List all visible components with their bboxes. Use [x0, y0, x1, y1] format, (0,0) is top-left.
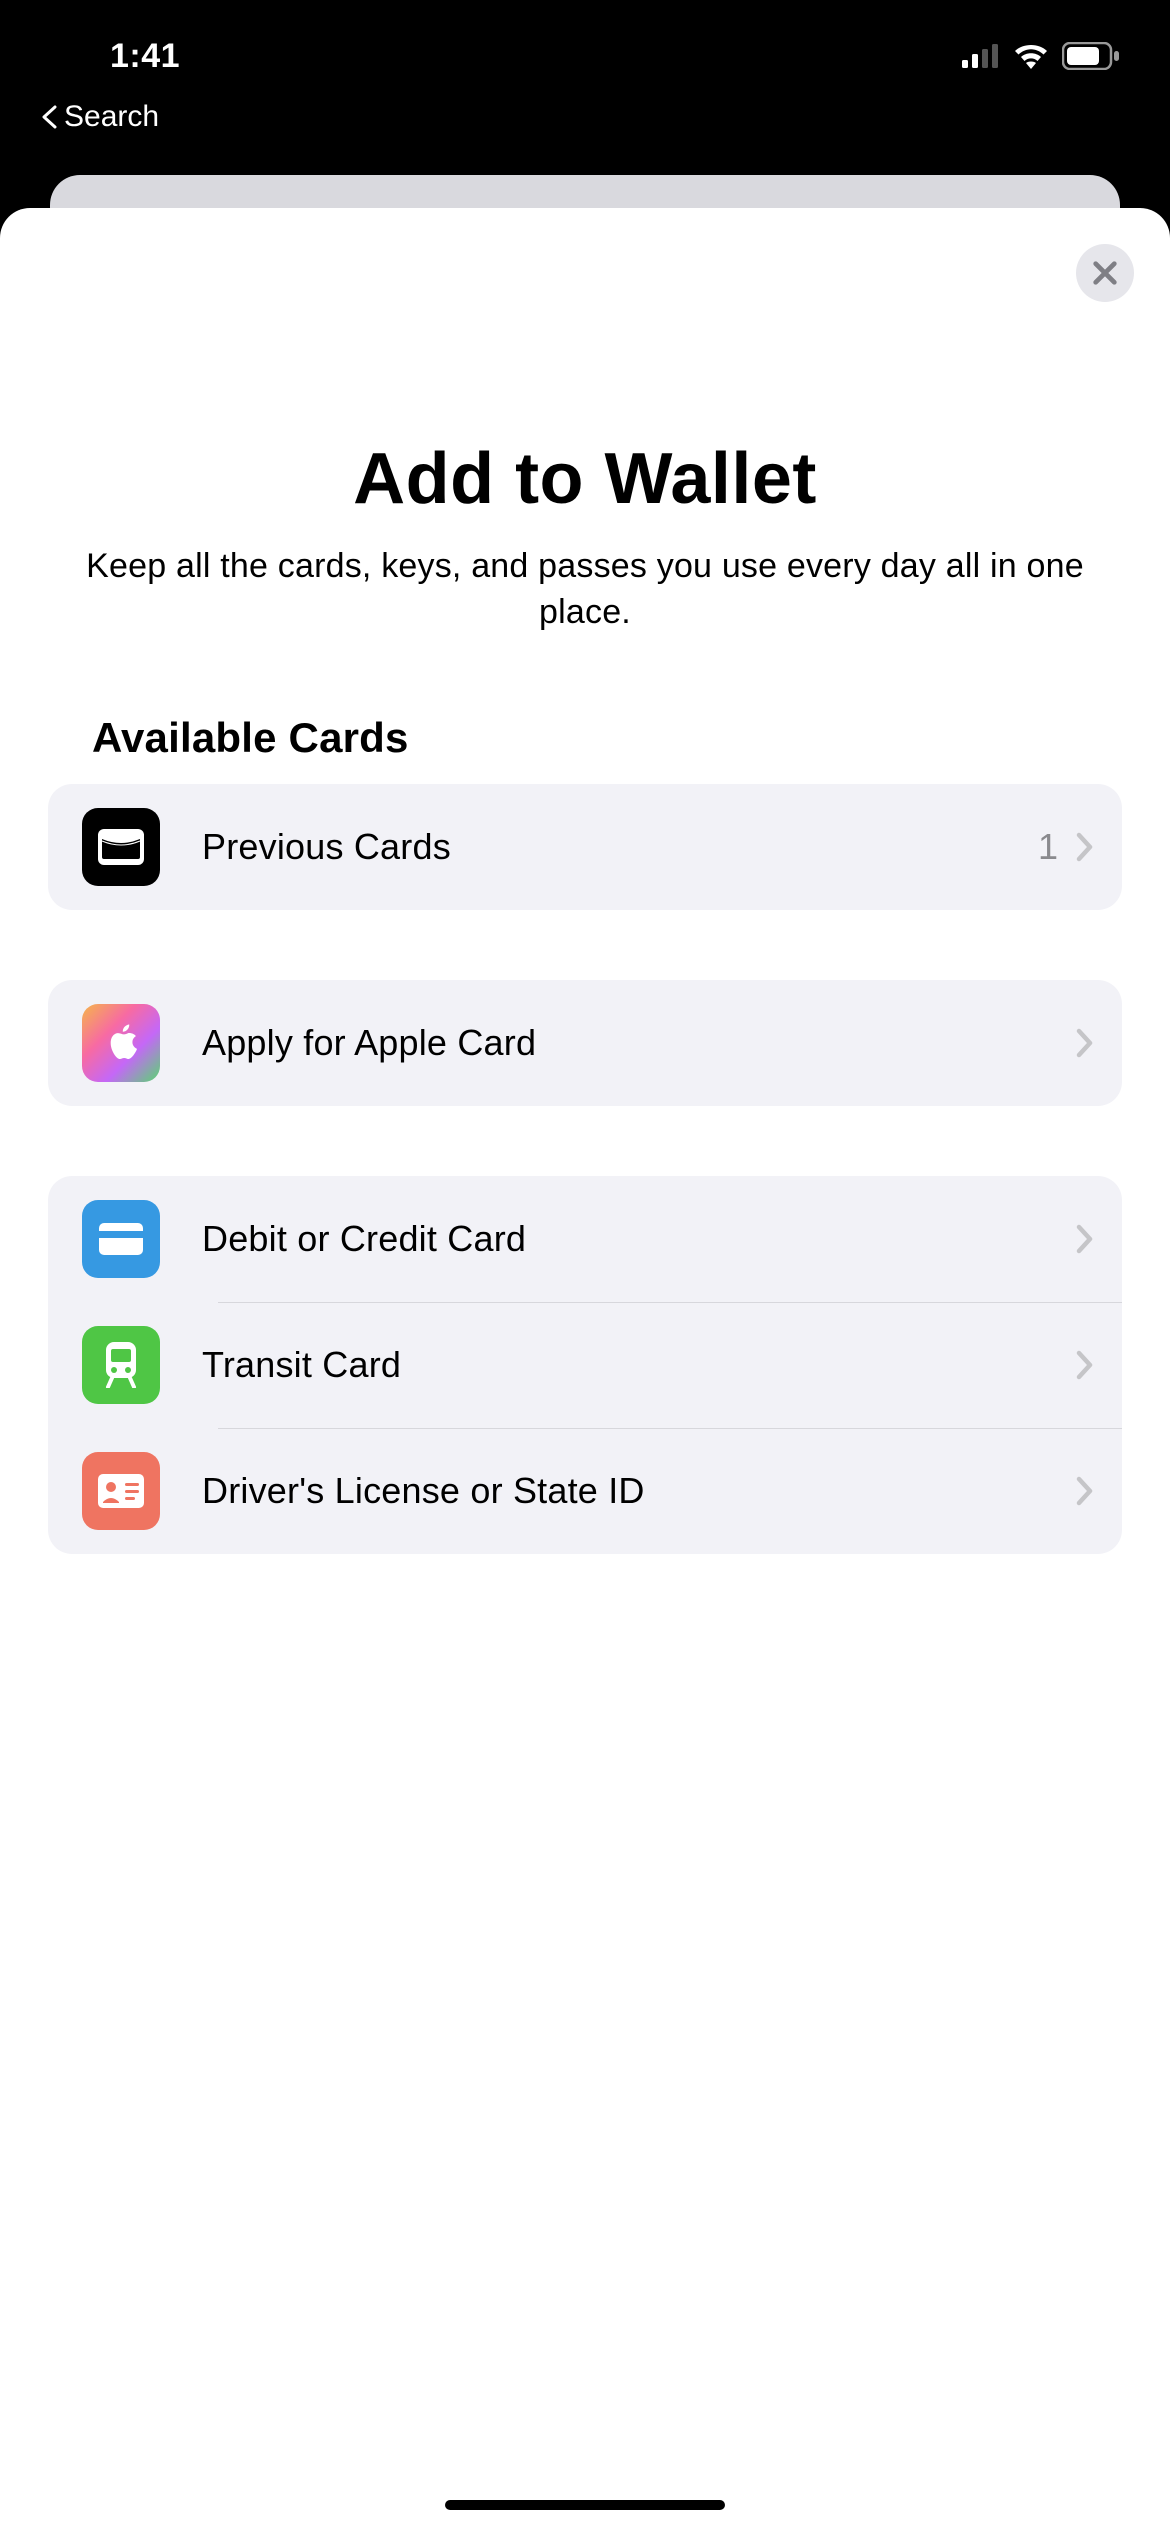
- chevron-right-icon: [1076, 1224, 1094, 1254]
- status-bar: 1:41: [0, 0, 1170, 100]
- chevron-right-icon: [1076, 1350, 1094, 1380]
- section-title: Available Cards: [92, 714, 1078, 762]
- card-list: Apply for Apple Card: [48, 980, 1122, 1106]
- apple-logo-icon: [82, 1004, 160, 1082]
- status-time: 1:41: [110, 37, 180, 76]
- hero: Add to Wallet Keep all the cards, keys, …: [0, 208, 1170, 636]
- available-cards-section: Available Cards Previous Cards 1: [0, 636, 1170, 1554]
- card-list: Debit or Credit Card: [48, 1176, 1122, 1554]
- cellular-icon: [962, 44, 1000, 68]
- modal-sheet: Add to Wallet Keep all the cards, keys, …: [0, 208, 1170, 2532]
- row-trailing: [1076, 1224, 1094, 1254]
- id-card-icon: [82, 1452, 160, 1530]
- back-label: Search: [64, 100, 159, 134]
- card-group: Previous Cards 1: [48, 784, 1122, 910]
- row-previous-cards[interactable]: Previous Cards 1: [48, 784, 1122, 910]
- close-icon: [1091, 259, 1119, 287]
- status-indicators: [962, 42, 1120, 70]
- row-trailing: [1076, 1350, 1094, 1380]
- back-chevron-icon: [40, 105, 60, 129]
- row-drivers-license[interactable]: Driver's License or State ID: [48, 1428, 1122, 1554]
- chevron-right-icon: [1076, 832, 1094, 862]
- badge-count: 1: [1038, 826, 1058, 868]
- card-group: Debit or Credit Card: [48, 1176, 1122, 1554]
- page-title: Add to Wallet: [70, 438, 1100, 520]
- card-list: Previous Cards 1: [48, 784, 1122, 910]
- home-indicator[interactable]: [445, 2500, 725, 2510]
- back-nav[interactable]: Search: [0, 100, 1170, 162]
- row-trailing: [1076, 1028, 1094, 1058]
- battery-icon: [1062, 42, 1120, 70]
- wifi-icon: [1012, 42, 1050, 70]
- row-debit-credit[interactable]: Debit or Credit Card: [48, 1176, 1122, 1302]
- row-label: Apply for Apple Card: [202, 1022, 1034, 1064]
- chevron-right-icon: [1076, 1028, 1094, 1058]
- row-apple-card[interactable]: Apply for Apple Card: [48, 980, 1122, 1106]
- row-trailing: [1076, 1476, 1094, 1506]
- page-subtitle: Keep all the cards, keys, and passes you…: [70, 544, 1100, 636]
- row-label: Transit Card: [202, 1344, 1034, 1386]
- close-button[interactable]: [1076, 244, 1134, 302]
- row-trailing: 1: [1038, 826, 1094, 868]
- row-label: Previous Cards: [202, 826, 996, 868]
- row-label: Debit or Credit Card: [202, 1218, 1034, 1260]
- card-group: Apply for Apple Card: [48, 980, 1122, 1106]
- transit-icon: [82, 1326, 160, 1404]
- row-label: Driver's License or State ID: [202, 1470, 1034, 1512]
- row-transit[interactable]: Transit Card: [48, 1302, 1122, 1428]
- wallet-icon: [82, 808, 160, 886]
- credit-card-icon: [82, 1200, 160, 1278]
- chevron-right-icon: [1076, 1476, 1094, 1506]
